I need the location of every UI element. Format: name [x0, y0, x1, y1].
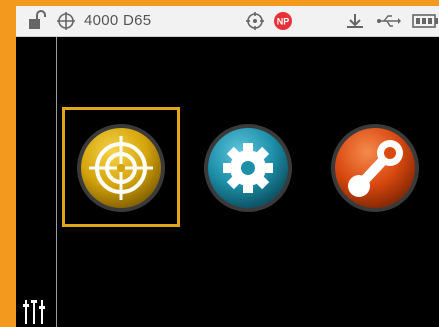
- rail-divider: [56, 37, 57, 327]
- measure-button[interactable]: [75, 122, 167, 214]
- link-icon: [331, 124, 419, 212]
- connect-button[interactable]: [329, 122, 421, 214]
- np-badge-text: NP: [277, 17, 290, 27]
- status-bar: 4000 D65 NP: [16, 6, 439, 37]
- illuminant-text: 4000 D65: [84, 12, 152, 29]
- target-icon: [246, 12, 264, 30]
- settings-button[interactable]: [202, 122, 294, 214]
- target-icon: [77, 124, 165, 212]
- usb-icon: [377, 15, 401, 27]
- sliders-icon[interactable]: [22, 294, 48, 324]
- battery-icon: [412, 14, 438, 28]
- crosshair-icon: [57, 12, 75, 30]
- left-rail: [16, 37, 56, 327]
- np-badge-icon: NP: [274, 12, 292, 30]
- unlock-icon: [29, 10, 46, 29]
- device-screen: 4000 D65 NP: [16, 6, 439, 327]
- gear-icon: [204, 124, 292, 212]
- measure-icon: [347, 14, 363, 28]
